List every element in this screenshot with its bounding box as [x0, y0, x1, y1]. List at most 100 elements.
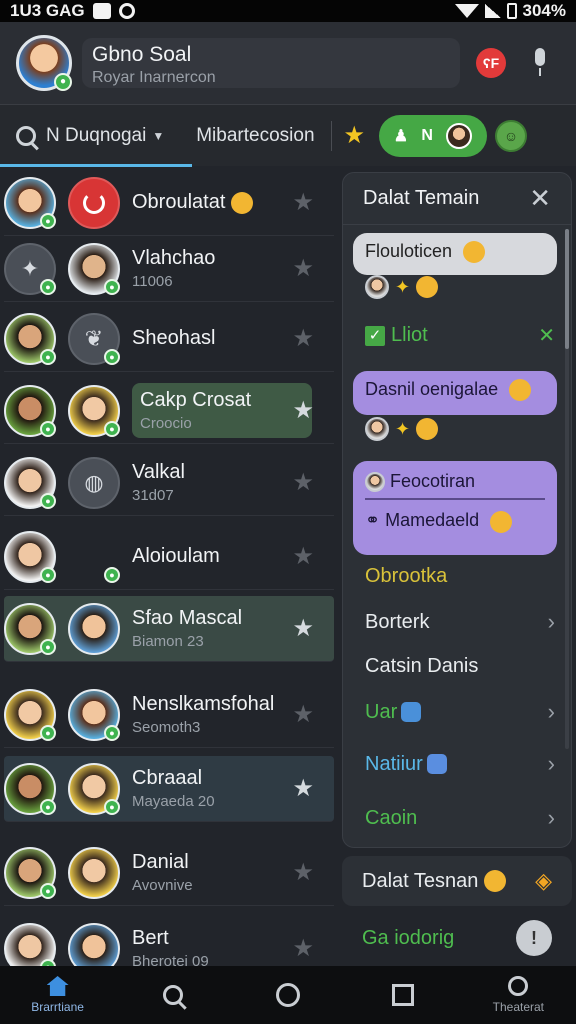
menu-item[interactable]: Natiiur ›	[365, 751, 555, 777]
location-icon	[508, 976, 529, 996]
search-icon	[162, 985, 183, 1005]
tab-search-label: N Duqnogai	[46, 124, 147, 146]
reaction-row: ✦	[365, 275, 439, 299]
message-bubble[interactable]: Flouloticen	[353, 233, 557, 275]
online-status-icon: ●	[40, 348, 56, 365]
avatar: ●	[4, 176, 56, 229]
star-icon[interactable]: ★	[292, 468, 314, 497]
status-bar: 1U3 GAG 304%	[0, 0, 576, 22]
menu-item[interactable]: Uar ›	[365, 699, 555, 725]
message-card-header: Feocotiran	[365, 471, 545, 493]
active-call-pill[interactable]: ♟ N	[379, 114, 488, 157]
message-bubble[interactable]: Dasnil oenigalae	[353, 371, 557, 415]
menu-item[interactable]: Caoin ›	[365, 805, 555, 831]
pill-label: N	[421, 126, 433, 144]
leaf-icon: ❦ ●	[68, 312, 120, 365]
emoji-icon	[463, 241, 486, 264]
close-icon[interactable]: ✕	[538, 323, 555, 348]
profile-subtitle: Royar Inarnercon	[92, 69, 216, 86]
message-card[interactable]: Feocotiran ⚭ Mamedaeld	[353, 461, 557, 555]
star-icon[interactable]: ★	[292, 396, 314, 425]
list-item[interactable]: ● ● Aloioulam ★	[4, 524, 334, 590]
avatar: ●	[4, 922, 56, 966]
star-icon[interactable]: ★	[292, 324, 314, 353]
star-icon[interactable]: ★	[344, 121, 366, 150]
avatar: ●	[68, 762, 120, 815]
tab-bar: N Duqnogai ▼ Mibartecosion ★ ♟ N ☺	[0, 104, 576, 167]
list-item-info: Sfao Mascal Biamon 23	[132, 607, 292, 650]
profile-avatar[interactable]: ●	[16, 35, 72, 91]
checklist-item[interactable]: ✓ Lliot ✕	[365, 323, 555, 348]
online-status-icon: ●	[104, 724, 120, 741]
list-item[interactable]: ● Bert Bherotei 09 ★	[4, 916, 334, 966]
list-item[interactable]: ● Obroulatat ★	[4, 170, 334, 236]
list-item[interactable]: ● ❦ ● Sheohasl ★	[4, 306, 334, 372]
quick-card-secondary[interactable]: Ga iodorig !	[342, 910, 572, 966]
profile-name: Gbno Soal	[92, 43, 192, 66]
list-item-info: Cakp Crosat Croocio	[132, 383, 312, 438]
menu-item-label: Natiiur	[365, 752, 423, 775]
avatar	[68, 922, 120, 966]
microphone-icon[interactable]	[532, 48, 548, 78]
panel-scrollbar[interactable]	[565, 229, 569, 749]
menu-item-label: Uar	[365, 700, 398, 723]
emoji-button[interactable]: ☺	[495, 119, 528, 152]
record-button[interactable]: ʕF	[476, 48, 506, 78]
star-icon[interactable]: ★	[292, 858, 314, 887]
list-item[interactable]: ● Sfao Mascal Biamon 23 ★	[4, 596, 334, 662]
emoji-icon	[416, 418, 439, 440]
nav-location[interactable]: Theaterat	[468, 966, 568, 1024]
star-icon[interactable]: ★	[292, 934, 314, 963]
avatar: ●	[68, 688, 120, 741]
online-status-icon: ●	[40, 882, 56, 899]
circle-icon	[275, 983, 300, 1007]
message-text: Dasnil oenigalae	[365, 379, 499, 399]
online-status-icon: ●	[104, 798, 120, 815]
star-icon[interactable]: ★	[292, 774, 314, 803]
menu-item-label: Catsin Danis	[365, 655, 479, 677]
star-icon[interactable]: ★	[292, 614, 314, 643]
list-item[interactable]: ● ● Nenslkamsfohal Seomoth3 ★	[4, 682, 334, 748]
menu-item[interactable]: Borterk ›	[365, 609, 555, 635]
profile-box[interactable]: Gbno Soal Royar Inarnercon	[82, 38, 460, 88]
list-item[interactable]: ● ● Cakp Crosat Croocio ★	[4, 378, 334, 444]
emoji-icon	[484, 870, 507, 892]
tag-icon[interactable]: ◈	[535, 868, 552, 894]
divider	[365, 498, 545, 501]
online-status-icon: ●	[104, 278, 120, 295]
search-icon	[16, 125, 36, 146]
list-item-info: Aloioulam	[132, 545, 292, 568]
star-icon[interactable]: ★	[292, 254, 314, 283]
nav-home[interactable]: Brarrtiane	[8, 966, 108, 1024]
chat-subtitle: Mayaeda 20	[132, 793, 215, 810]
list-item[interactable]: ● Danial Avovnive ★	[4, 840, 334, 906]
nav-circle[interactable]	[238, 966, 338, 1024]
chat-name: Obroulatat	[132, 191, 226, 213]
battery-level: 304%	[522, 1, 566, 20]
checkbox-icon[interactable]: ✓	[365, 325, 385, 346]
avatar: ●	[68, 242, 120, 295]
online-status-icon: ●	[40, 958, 56, 966]
star-icon[interactable]: ★	[292, 542, 314, 571]
chat-bubble-icon: ◍	[68, 456, 120, 509]
online-status-icon: ●	[104, 566, 120, 583]
menu-item[interactable]: Catsin Danis	[365, 655, 555, 678]
bottom-navigation: Brarrtiane Theaterat	[0, 966, 576, 1024]
online-status-icon: ●	[40, 212, 56, 229]
menu-item[interactable]: Obrootka	[365, 565, 555, 588]
star-icon[interactable]: ★	[292, 700, 314, 729]
nav-search[interactable]	[123, 966, 223, 1024]
online-status-icon: ●	[40, 278, 56, 295]
online-status-icon: ●	[40, 420, 56, 437]
info-icon[interactable]: !	[516, 920, 552, 956]
star-icon[interactable]: ★	[292, 188, 314, 217]
online-status-icon: ●	[104, 420, 120, 437]
list-item[interactable]: ● ◍ Valkal 31d07 ★	[4, 450, 334, 516]
tab-search[interactable]: N Duqnogai ▼	[0, 105, 193, 167]
nav-square[interactable]	[353, 966, 453, 1024]
close-icon[interactable]: ✕	[529, 183, 551, 214]
list-item[interactable]: ✦ ● ● Vlahchao 11006 ★	[4, 236, 334, 302]
quick-card[interactable]: Dalat Tesnan ◈	[342, 856, 572, 906]
list-item[interactable]: ● ● Cbraaal Mayaeda 20 ★	[4, 756, 334, 822]
tab-second[interactable]: Mibartecosion	[180, 105, 330, 167]
